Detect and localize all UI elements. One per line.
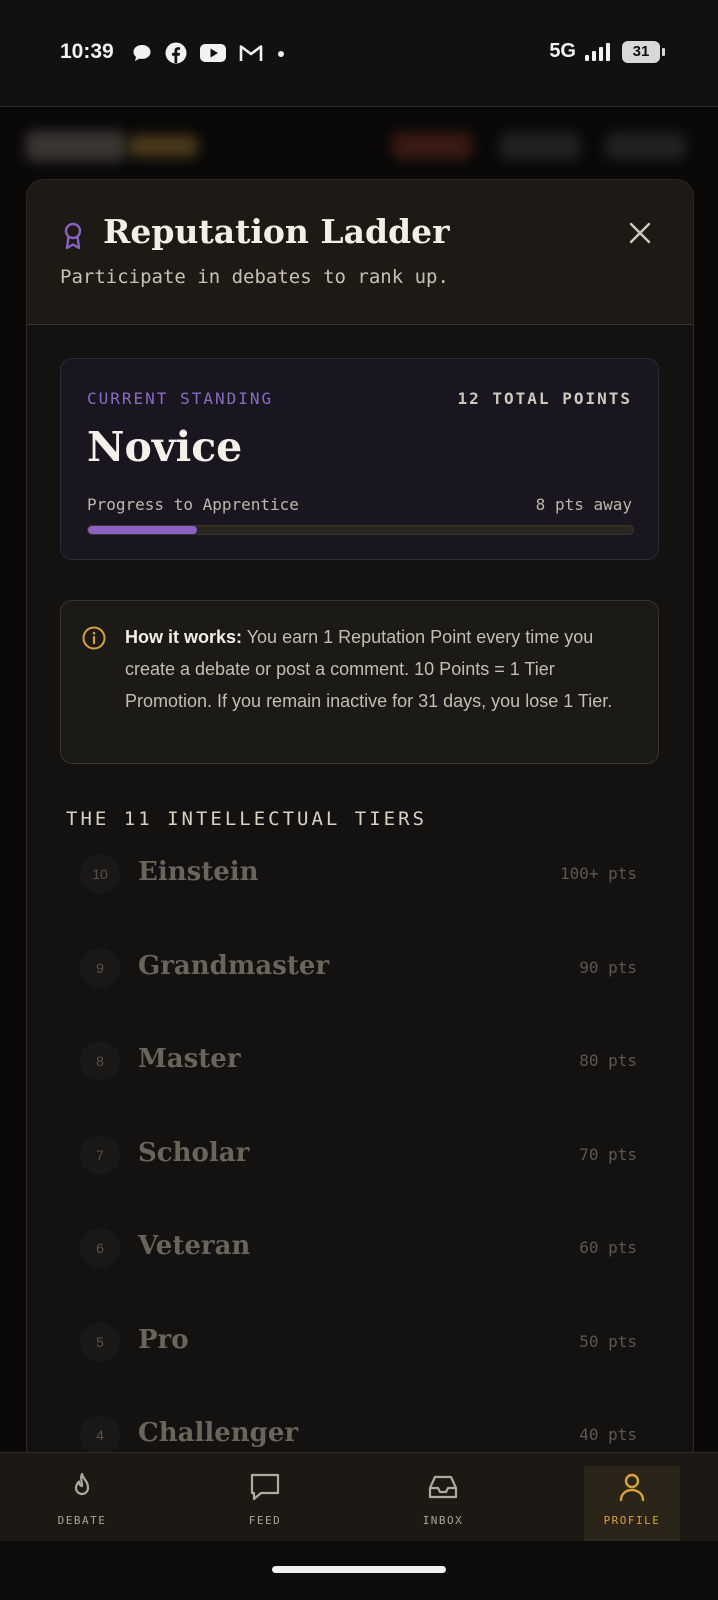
close-button[interactable] bbox=[625, 218, 655, 248]
battery-icon: 31 bbox=[622, 40, 665, 63]
tiers-title: THE 11 INTELLECTUAL TIERS bbox=[66, 808, 427, 830]
progress-away: 8 pts away bbox=[535, 495, 632, 514]
tier-points: 90 pts bbox=[579, 957, 637, 977]
tier-number: 5 bbox=[80, 1321, 120, 1362]
modal-subtitle: Participate in debates to rank up. bbox=[60, 266, 449, 288]
tier-row: 5 Pro 50 pts bbox=[60, 1318, 657, 1412]
chat-icon bbox=[250, 1473, 280, 1501]
tier-number: 7 bbox=[80, 1134, 120, 1175]
home-gesture-bar[interactable] bbox=[272, 1566, 446, 1573]
user-icon bbox=[619, 1473, 645, 1502]
tier-points: 60 pts bbox=[579, 1238, 637, 1257]
status-time: 10:39 bbox=[60, 40, 114, 63]
tier-number: 6 bbox=[80, 1228, 120, 1268]
nav-label: DEBATE bbox=[57, 1514, 107, 1527]
award-icon bbox=[64, 222, 82, 250]
tier-points: 80 pts bbox=[579, 1051, 637, 1070]
tier-row: 6 Veteran 60 pts bbox=[60, 1224, 657, 1318]
tier-points: 40 pts bbox=[579, 1425, 637, 1444]
standing-label: CURRENT STANDING bbox=[87, 389, 274, 408]
tiers-list: 10 Einstein 100+ pts 9 Grandmaster 90 pt… bbox=[60, 850, 657, 1480]
nav-item-profile[interactable]: PROFILE bbox=[584, 1466, 680, 1542]
status-bar: 10:39 5G 31 bbox=[0, 0, 718, 107]
tier-row: 8 Master 80 pts bbox=[60, 1037, 657, 1131]
tier-name: Veteran bbox=[138, 1231, 251, 1261]
nav-label: INBOX bbox=[422, 1514, 464, 1527]
notification-icons bbox=[132, 42, 286, 64]
info-icon bbox=[82, 626, 106, 650]
progress-bar bbox=[87, 525, 634, 535]
facebook-icon bbox=[165, 42, 187, 64]
flame-icon bbox=[74, 1472, 90, 1496]
dot-icon bbox=[278, 51, 284, 57]
blurred-tab bbox=[500, 133, 580, 159]
current-rank: Novice bbox=[87, 423, 243, 471]
progress-bar-fill bbox=[88, 526, 197, 534]
progress-label: Progress to Apprentice bbox=[87, 495, 299, 514]
tier-number: 4 bbox=[80, 1415, 120, 1455]
tier-name: Einstein bbox=[138, 857, 259, 887]
modal-header: Reputation Ladder Participate in debates… bbox=[27, 180, 693, 325]
tier-row: 7 Scholar 70 pts bbox=[60, 1131, 657, 1225]
tier-row: 9 Grandmaster 90 pts bbox=[60, 944, 657, 1038]
tier-number: 10 bbox=[80, 854, 120, 894]
tier-name: Grandmaster bbox=[138, 950, 330, 981]
tier-name: Pro bbox=[138, 1324, 189, 1355]
blurred-tab bbox=[606, 133, 686, 159]
how-it-works-text: How it works: You earn 1 Reputation Poin… bbox=[125, 621, 635, 717]
blurred-logo bbox=[26, 131, 126, 161]
chat-bubble-icon bbox=[133, 45, 151, 61]
blurred-tab bbox=[392, 133, 472, 159]
blurred-logo-accent bbox=[128, 135, 198, 157]
status-right: 5G 31 bbox=[549, 40, 665, 63]
nav-item-inbox[interactable]: INBOX bbox=[395, 1466, 491, 1542]
tier-name: Master bbox=[138, 1044, 241, 1074]
youtube-icon bbox=[200, 44, 226, 62]
total-points: 12 TOTAL POINTS bbox=[457, 389, 632, 408]
tier-points: 70 pts bbox=[579, 1144, 637, 1164]
tier-number: 8 bbox=[80, 1041, 120, 1081]
bottom-nav: DEBATE FEED INBOX PROFILE bbox=[0, 1452, 718, 1542]
gmail-icon bbox=[239, 45, 263, 61]
current-standing-card: CURRENT STANDING 12 TOTAL POINTS Novice … bbox=[60, 358, 659, 560]
reputation-modal: Reputation Ladder Participate in debates… bbox=[26, 179, 694, 1481]
nav-item-feed[interactable]: FEED bbox=[217, 1466, 313, 1542]
how-it-works-box: How it works: You earn 1 Reputation Poin… bbox=[60, 600, 659, 764]
inbox-icon bbox=[428, 1475, 458, 1499]
tier-name: Scholar bbox=[138, 1137, 250, 1168]
how-it-works-lead: How it works: bbox=[125, 627, 243, 647]
tier-number: 9 bbox=[80, 947, 120, 988]
nav-label: FEED bbox=[248, 1514, 282, 1527]
network-label: 5G bbox=[549, 40, 576, 62]
tier-name: Challenger bbox=[138, 1418, 299, 1448]
nav-label: PROFILE bbox=[603, 1514, 661, 1527]
tier-row: 10 Einstein 100+ pts bbox=[60, 850, 657, 944]
nav-item-debate[interactable]: DEBATE bbox=[34, 1466, 130, 1542]
signal-icon bbox=[585, 42, 610, 61]
modal-title: Reputation Ladder bbox=[103, 212, 450, 251]
tier-points: 50 pts bbox=[579, 1331, 637, 1351]
tier-points: 100+ pts bbox=[559, 864, 637, 883]
